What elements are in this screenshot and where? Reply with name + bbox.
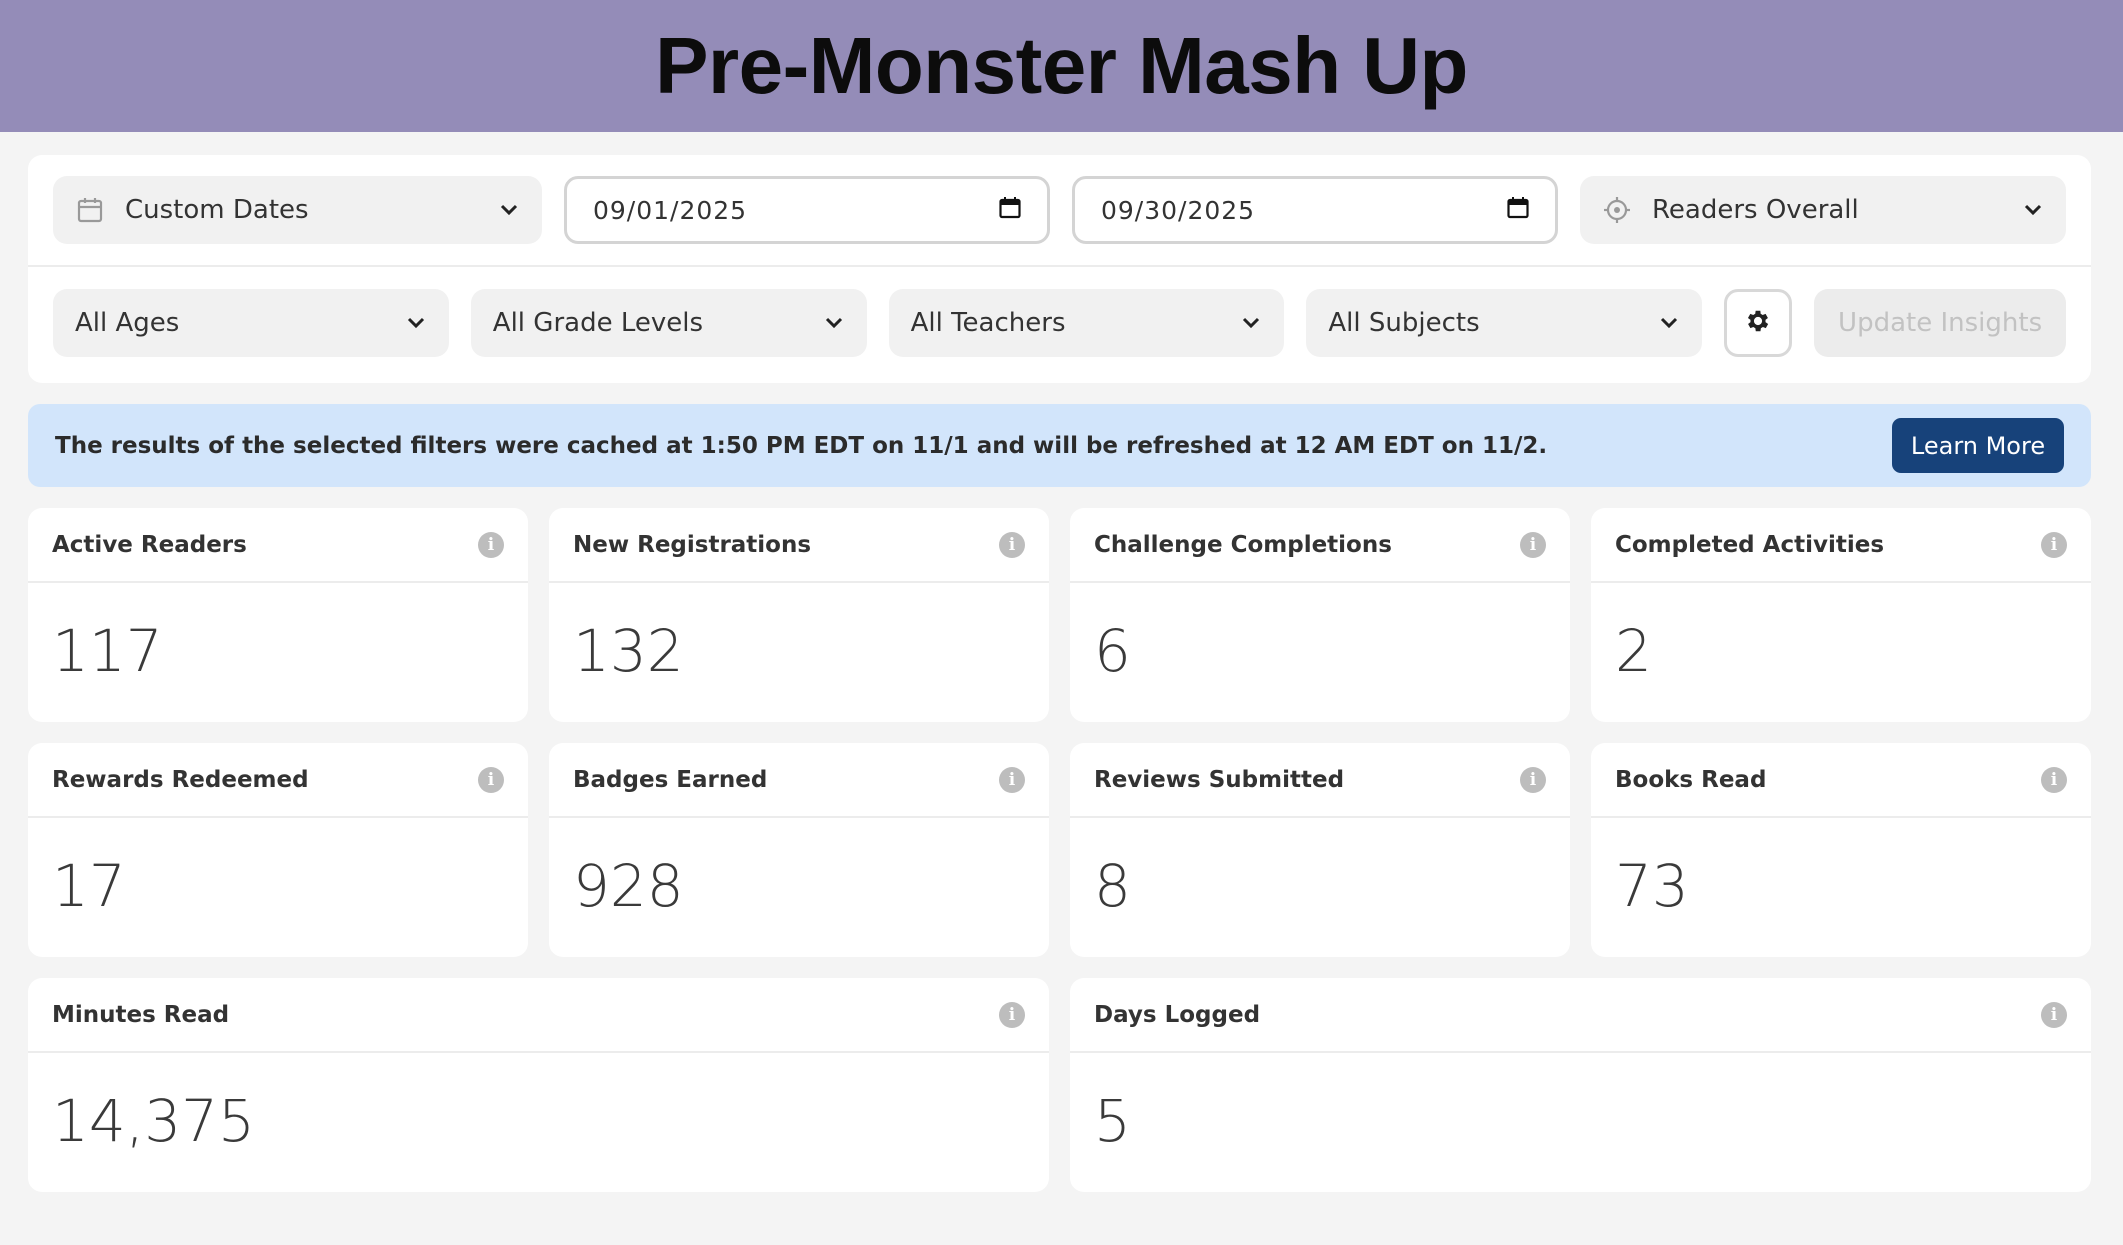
stat-value: 14,375 bbox=[52, 1087, 255, 1155]
info-icon[interactable]: i bbox=[999, 766, 1025, 793]
stat-card-badges-earned: Badges Earned i 928 bbox=[549, 743, 1049, 957]
stat-value: 2 bbox=[1615, 617, 1652, 685]
stat-card-challenge-completions: Challenge Completions i 6 bbox=[1070, 508, 1570, 722]
chevron-down-icon bbox=[1658, 312, 1680, 334]
start-date-value: 09/01/2025 bbox=[592, 195, 748, 225]
stat-value: 6 bbox=[1094, 617, 1131, 685]
chevron-down-icon bbox=[405, 312, 427, 334]
stat-value: 73 bbox=[1615, 852, 1689, 920]
gear-icon bbox=[1744, 307, 1772, 339]
stat-value: 8 bbox=[1094, 852, 1131, 920]
calendar-icon bbox=[75, 195, 105, 225]
calendar-icon[interactable] bbox=[999, 196, 1021, 225]
page-header: Pre-Monster Mash Up bbox=[0, 0, 2123, 132]
teachers-label: All Teachers bbox=[910, 308, 1066, 338]
stat-card-completed-activities: Completed Activities i 2 bbox=[1591, 508, 2091, 722]
stat-card-days-logged: Days Logged i 5 bbox=[1070, 978, 2091, 1192]
stat-value: 117 bbox=[52, 617, 163, 685]
start-date-input[interactable]: 09/01/2025 bbox=[563, 176, 1050, 244]
end-date-input[interactable]: 09/30/2025 bbox=[1072, 176, 1559, 244]
ages-label: All Ages bbox=[75, 308, 180, 338]
stat-card-new-registrations: New Registrations i 132 bbox=[549, 508, 1049, 722]
grade-levels-select[interactable]: All Grade Levels bbox=[470, 289, 867, 357]
info-icon[interactable]: i bbox=[478, 766, 504, 793]
date-range-label: Custom Dates bbox=[125, 195, 309, 225]
info-icon[interactable]: i bbox=[2041, 766, 2067, 793]
chevron-down-icon bbox=[1240, 312, 1262, 334]
stat-value: 5 bbox=[1094, 1087, 1131, 1155]
date-range-select[interactable]: Custom Dates bbox=[53, 176, 542, 244]
grade-levels-label: All Grade Levels bbox=[492, 308, 704, 338]
cache-notice-message: The results of the selected filters were… bbox=[55, 432, 1548, 459]
stat-value: 132 bbox=[573, 617, 684, 685]
info-icon[interactable]: i bbox=[1520, 766, 1546, 793]
stat-title: Badges Earned bbox=[573, 766, 768, 793]
stat-card-books-read: Books Read i 73 bbox=[1591, 743, 2091, 957]
stat-title: Completed Activities bbox=[1615, 531, 1885, 558]
page-title: Pre-Monster Mash Up bbox=[655, 21, 1468, 110]
stat-title: Reviews Submitted bbox=[1094, 766, 1345, 793]
end-date-value: 09/30/2025 bbox=[1101, 195, 1256, 225]
ages-select[interactable]: All Ages bbox=[53, 289, 449, 357]
filter-panel: Custom Dates 09/01/2025 09/30/2025 Reade… bbox=[28, 155, 2091, 383]
target-icon bbox=[1602, 195, 1632, 225]
chevron-down-icon bbox=[823, 312, 845, 334]
view-label: Readers Overall bbox=[1652, 195, 1859, 225]
stat-title: Days Logged bbox=[1094, 1001, 1261, 1028]
view-select[interactable]: Readers Overall bbox=[1580, 176, 2066, 244]
learn-more-button[interactable]: Learn More bbox=[1892, 418, 2064, 473]
cache-notice: The results of the selected filters were… bbox=[28, 404, 2091, 487]
info-icon[interactable]: i bbox=[1520, 531, 1546, 558]
info-icon[interactable]: i bbox=[2041, 1001, 2067, 1028]
calendar-icon[interactable] bbox=[1507, 196, 1529, 225]
stat-value: 17 bbox=[52, 852, 126, 920]
filter-row-segments: All Ages All Grade Levels All Teachers A… bbox=[28, 267, 2091, 379]
stat-value: 928 bbox=[573, 852, 684, 920]
update-insights-button[interactable]: Update Insights bbox=[1814, 289, 2067, 357]
info-icon[interactable]: i bbox=[999, 1001, 1025, 1028]
settings-button[interactable] bbox=[1724, 289, 1793, 357]
teachers-select[interactable]: All Teachers bbox=[888, 289, 1285, 357]
subjects-label: All Subjects bbox=[1328, 308, 1480, 338]
stat-title: Active Readers bbox=[52, 531, 247, 558]
stat-card-reviews-submitted: Reviews Submitted i 8 bbox=[1070, 743, 1570, 957]
chevron-down-icon bbox=[498, 199, 520, 221]
stat-card-minutes-read: Minutes Read i 14,375 bbox=[28, 978, 1049, 1192]
stat-card-active-readers: Active Readers i 117 bbox=[28, 508, 528, 722]
chevron-down-icon bbox=[2022, 199, 2044, 221]
stat-title: Books Read bbox=[1615, 766, 1767, 793]
info-icon[interactable]: i bbox=[999, 531, 1025, 558]
stat-card-rewards-redeemed: Rewards Redeemed i 17 bbox=[28, 743, 528, 957]
stat-title: Challenge Completions bbox=[1094, 531, 1392, 558]
stat-title: New Registrations bbox=[573, 531, 812, 558]
filter-row-dates: Custom Dates 09/01/2025 09/30/2025 Reade… bbox=[28, 155, 2091, 267]
subjects-select[interactable]: All Subjects bbox=[1306, 289, 1703, 357]
info-icon[interactable]: i bbox=[2041, 531, 2067, 558]
stat-title: Minutes Read bbox=[52, 1001, 230, 1028]
stat-title: Rewards Redeemed bbox=[52, 766, 309, 793]
info-icon[interactable]: i bbox=[478, 531, 504, 558]
